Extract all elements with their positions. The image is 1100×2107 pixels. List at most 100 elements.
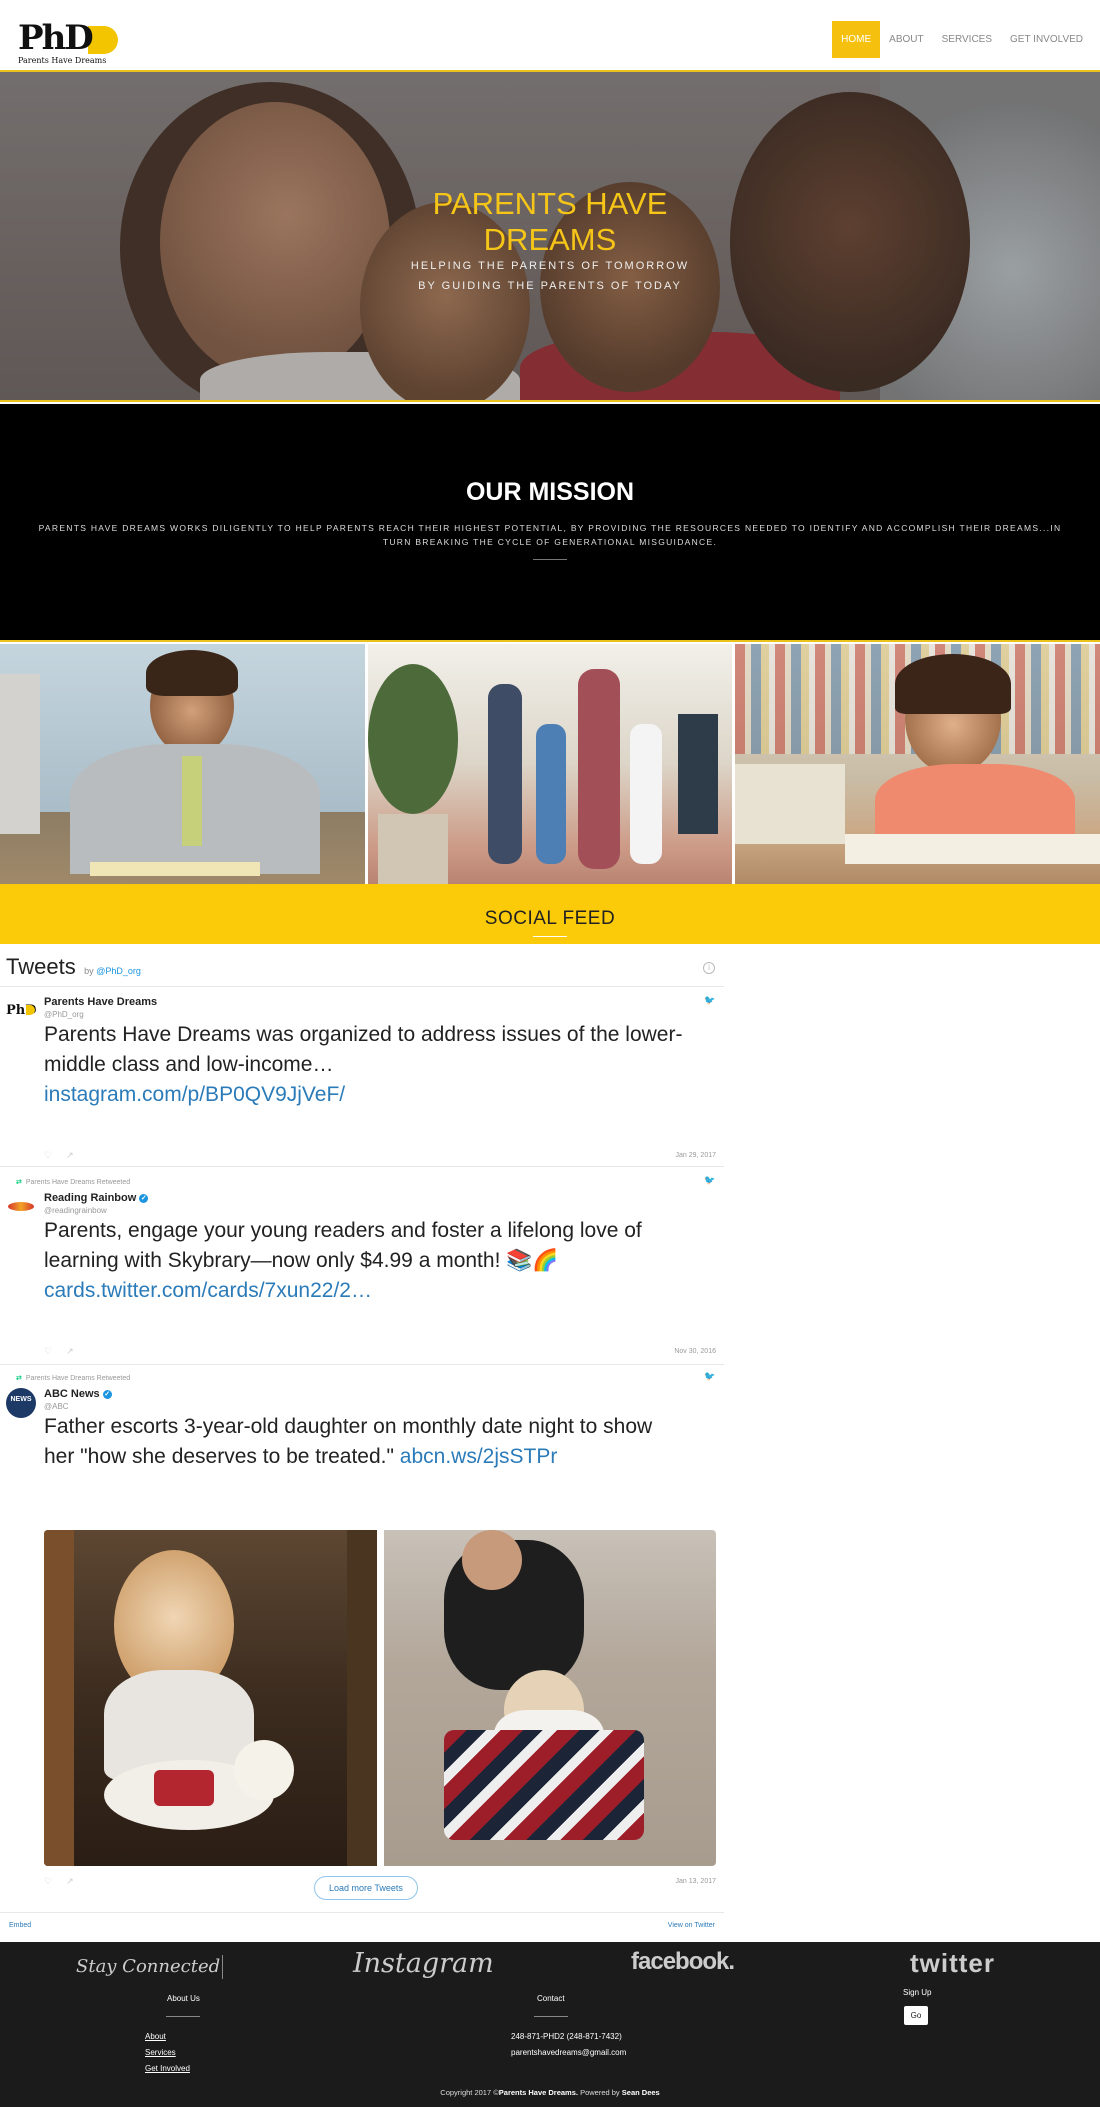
tweet-text-block: Parents, engage your young readers and f…	[44, 1216, 684, 1306]
tweet-author-name-text: ABC News	[44, 1388, 100, 1400]
timeline-footer: Embed View on Twitter	[0, 1912, 724, 1942]
load-more-wrapper: Load more Tweets	[314, 1876, 418, 1900]
footer-phone: 248-871-PHD2 (248-871-7432)	[511, 2032, 622, 2041]
share-icon[interactable]: ↗	[66, 1150, 74, 1160]
photo-father	[577, 669, 620, 869]
social-feed-divider	[533, 936, 567, 937]
tweet-item[interactable]: ⇄ Parents Have Dreams Retweeted NEWS ABC …	[0, 1364, 724, 1924]
photo-book-stack	[735, 764, 846, 844]
footer-copyright: Copyright 2017 ©Parents Have Dreams. Pow…	[0, 2088, 1100, 2097]
tweet-item[interactable]: PhD Parents Have Dreams @PhD_org 🐦 Paren…	[0, 986, 724, 1182]
twitter-logo[interactable]: twitter	[910, 1948, 995, 1979]
logo-subtitle: Parents Have Dreams	[18, 56, 107, 65]
footer-about-title: About Us	[167, 1994, 200, 2003]
hero-text-block: PARENTS HAVE DREAMS HELPING THE PARENTS …	[370, 186, 730, 292]
nav-about[interactable]: ABOUT	[880, 21, 932, 58]
tweet-media[interactable]	[44, 1530, 716, 1866]
logo-text: PhD	[18, 18, 94, 58]
facebook-logo[interactable]: facebook.	[631, 1948, 735, 1976]
stay-connected-bar	[222, 1955, 224, 1979]
avatar-abc-news[interactable]: NEWS	[6, 1388, 36, 1418]
stay-connected-text: Stay Connected	[76, 1956, 221, 1977]
footer-about-rule	[166, 2016, 200, 2017]
tweet-actions: ♡ ↗	[44, 1150, 88, 1161]
copyright-prefix: Copyright 2017 ©	[440, 2088, 499, 2097]
verified-badge-icon: ✓	[139, 1193, 149, 1203]
main-menu: HOME ABOUT SERVICES GET INVOLVED	[832, 21, 1092, 58]
twitter-bird-icon[interactable]: 🐦	[704, 1372, 715, 1381]
heart-icon[interactable]: ♡	[44, 1876, 52, 1886]
media-cheesecake	[154, 1770, 214, 1806]
tweet-author-handle[interactable]: @PhD_org	[44, 1010, 84, 1019]
tweet-author-name[interactable]: Reading Rainbow ✓	[44, 1192, 149, 1204]
media-father-head	[461, 1530, 522, 1590]
photo-boy-tie	[182, 756, 202, 846]
hero-tagline-1: HELPING THE PARENTS OF TOMORROW	[410, 260, 690, 272]
nav-home[interactable]: HOME	[832, 21, 881, 58]
timeline-title: Tweets	[6, 954, 76, 979]
footer-contact-title: Contact	[537, 1994, 565, 2003]
footer-link-get-involved[interactable]: Get Involved	[145, 2064, 190, 2073]
info-icon[interactable]: i	[703, 962, 715, 974]
tweet-text: Father escorts 3-year-old daughter on mo…	[44, 1415, 653, 1468]
photo-boy-paper	[90, 862, 260, 876]
avatar-reading-rainbow[interactable]	[6, 1192, 36, 1222]
nav-services[interactable]: SERVICES	[933, 21, 1001, 58]
footer-contact-rule	[534, 2016, 568, 2017]
tweet-link[interactable]: cards.twitter.com/cards/7xun22/2…	[44, 1279, 372, 1302]
media-right-frame	[346, 1530, 377, 1866]
photo-mother	[487, 684, 522, 864]
twitter-bird-icon[interactable]: 🐦	[704, 1176, 715, 1185]
tweet-author-handle[interactable]: @ABC	[44, 1402, 69, 1411]
retweet-label: ⇄ Parents Have Dreams Retweeted	[16, 1178, 130, 1186]
photo-chalkboard	[677, 714, 718, 834]
heart-icon[interactable]: ♡	[44, 1150, 52, 1160]
nav-get-involved[interactable]: GET INVOLVED	[1001, 21, 1092, 58]
mission-divider	[533, 559, 567, 560]
hero-tagline-2: BY GUIDING THE PARENTS OF TODAY	[418, 280, 682, 292]
instagram-logo[interactable]: Instagram	[353, 1948, 494, 1979]
tweet-text-block: Father escorts 3-year-old daughter on mo…	[44, 1412, 684, 1472]
share-icon[interactable]: ↗	[66, 1876, 74, 1886]
photo-boy-writing	[0, 644, 365, 884]
load-more-button[interactable]: Load more Tweets	[314, 1876, 418, 1900]
tweet-date[interactable]: Jan 13, 2017	[676, 1878, 716, 1885]
tweet-text: Parents Have Dreams was organized to add…	[44, 1023, 683, 1076]
copyright-author[interactable]: Sean Dees	[622, 2088, 660, 2097]
footer-link-services[interactable]: Services	[145, 2048, 176, 2057]
tweet-text: Parents, engage your young readers and f…	[44, 1219, 642, 1272]
embed-link[interactable]: Embed	[9, 1922, 31, 1929]
tweet-date[interactable]: Jan 29, 2017	[676, 1152, 716, 1159]
photo-girl-reading	[735, 644, 1100, 884]
social-feed-header: SOCIAL FEED	[0, 884, 1100, 944]
twitter-bird-icon[interactable]: 🐦	[704, 996, 715, 1005]
share-icon[interactable]: ↗	[66, 1346, 74, 1356]
view-on-twitter-link[interactable]: View on Twitter	[668, 1922, 715, 1929]
timeline-handle-link[interactable]: @PhD_org	[96, 966, 141, 976]
avatar-phd[interactable]: PhD	[6, 996, 36, 1026]
tweet-link[interactable]: instagram.com/p/BP0QV9JjVeF/	[44, 1083, 345, 1106]
verified-badge-icon: ✓	[102, 1389, 112, 1399]
media-clothes-pile	[443, 1730, 644, 1840]
photo-open-book	[845, 834, 1100, 864]
footer-email[interactable]: parentshavedreams@gmail.com	[511, 2048, 626, 2057]
tweet-text-block: Parents Have Dreams was organized to add…	[44, 1020, 684, 1110]
hero-banner: PARENTS HAVE DREAMS HELPING THE PARENTS …	[0, 72, 1100, 402]
signup-go-button[interactable]: Go	[904, 2006, 928, 2025]
tweet-date[interactable]: Nov 30, 2016	[674, 1348, 716, 1355]
footer-link-about[interactable]: About	[145, 2032, 166, 2041]
site-logo[interactable]: PhD Parents Have Dreams	[18, 18, 128, 65]
tweet-item[interactable]: ⇄ Parents Have Dreams Retweeted Reading R…	[0, 1166, 724, 1362]
mission-text: PARENTS HAVE DREAMS WORKS DILIGENTLY TO …	[38, 523, 1062, 547]
tweet-author-name[interactable]: ABC News ✓	[44, 1388, 112, 1400]
copyright-powered: Powered by	[577, 2088, 622, 2097]
heart-icon[interactable]: ♡	[44, 1346, 52, 1356]
retweet-icon: ⇄	[16, 1179, 22, 1186]
media-girl-cake-photo[interactable]	[44, 1530, 377, 1866]
stay-connected-logo: Stay Connected	[76, 1955, 224, 1979]
tweet-author-name[interactable]: Parents Have Dreams	[44, 996, 157, 1008]
media-father-daughter-photo[interactable]	[383, 1530, 716, 1866]
avatar-rainbow-mark	[8, 1202, 34, 1211]
tweet-author-handle[interactable]: @readingrainbow	[44, 1206, 107, 1215]
tweet-link[interactable]: abcn.ws/2jsSTPr	[400, 1445, 558, 1468]
